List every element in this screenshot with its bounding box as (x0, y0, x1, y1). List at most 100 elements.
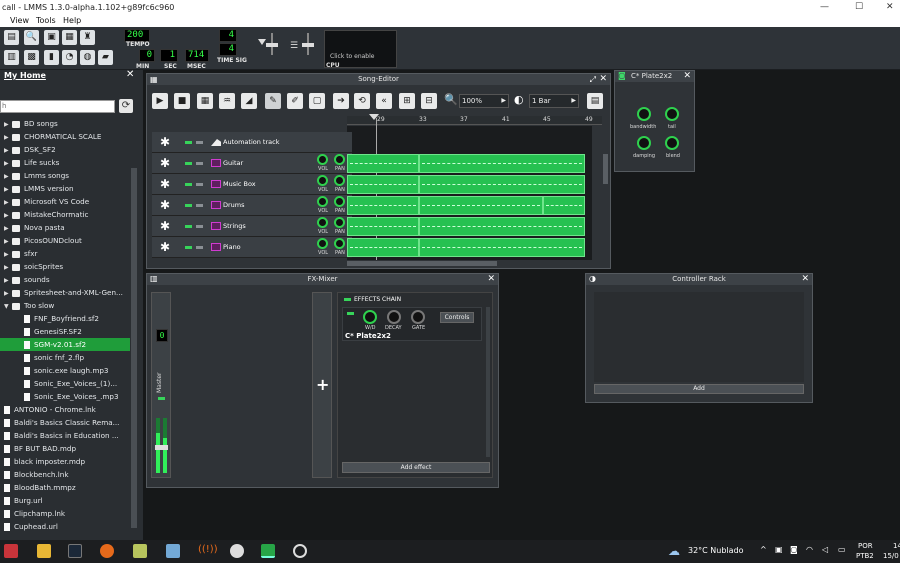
pattern-clip[interactable] (347, 217, 419, 236)
folder-item[interactable]: ▼ Too slow (0, 299, 130, 312)
add-automation-track-icon[interactable]: ◢ (241, 93, 257, 109)
file-explorer-icon[interactable] (37, 544, 51, 558)
file-item[interactable]: sonic fnf_2.flp (0, 351, 130, 364)
file-item[interactable]: ANTONIO - Chrome.lnk (0, 403, 130, 416)
file-item[interactable]: black imposter.mdp (0, 455, 130, 468)
timeline-ruler[interactable]: 29 33 37 41 45 49 (347, 114, 602, 125)
track-piano[interactable]: ✱ Piano VOL PAN (152, 237, 352, 258)
add-controller-button[interactable]: Add (594, 384, 804, 394)
pan-knob[interactable] (334, 175, 345, 186)
folder-item[interactable]: ▶ Spritesheet-and-XML-Gen... (0, 286, 130, 299)
gate-knob[interactable] (411, 310, 425, 324)
pattern-clip[interactable] (347, 154, 419, 173)
file-item[interactable]: Baldi's Basics Classic Rema... (0, 416, 130, 429)
add-sample-track-icon[interactable]: ♒ (219, 93, 235, 109)
track-gear-icon[interactable]: ✱ (160, 177, 170, 191)
solo-led[interactable] (196, 204, 203, 207)
file-item[interactable]: BF BUT BAD.mdp (0, 442, 130, 455)
song-editor-close-icon[interactable]: ✕ (599, 74, 607, 85)
track-automation[interactable]: ✱ Automation track (152, 132, 352, 153)
project-notes-icon[interactable]: ▰ (98, 50, 113, 65)
tray-icon[interactable]: ▣ (775, 545, 783, 554)
app-icon[interactable] (133, 544, 147, 558)
file-item[interactable]: Cuphead.url (0, 520, 130, 533)
network-icon[interactable]: ◙ (790, 545, 798, 554)
volume-knob[interactable] (317, 238, 328, 249)
clock-date[interactable]: 15/0 (883, 552, 899, 560)
zoom-select[interactable]: 100% ▶ (459, 94, 509, 108)
folder-item[interactable]: ▶ LMMS version (0, 182, 130, 195)
folder-item[interactable]: ▶ BD songs (0, 117, 130, 130)
bandwidth-knob[interactable] (637, 107, 651, 121)
firefox-icon[interactable] (100, 544, 114, 558)
mute-led[interactable] (185, 141, 192, 144)
open-project-icon[interactable]: ▣ (44, 30, 59, 45)
effects-chain-led[interactable] (344, 298, 351, 301)
file-item[interactable]: Clipchamp.lnk (0, 507, 130, 520)
effects-scrollbar[interactable] (486, 307, 490, 457)
sidebar-scrollbar[interactable] (131, 168, 137, 528)
pattern-clip[interactable] (419, 217, 585, 236)
beat-editor-icon[interactable]: ▩ (24, 50, 39, 65)
decay-knob[interactable] (387, 310, 401, 324)
timesig-denominator[interactable]: 4 (219, 43, 237, 56)
stop-behaviour-icon[interactable]: « (376, 93, 392, 109)
insert-bar-icon[interactable]: ⊞ (399, 93, 415, 109)
solo-led[interactable] (196, 183, 203, 186)
folder-item[interactable]: ▶ Nova pasta (0, 221, 130, 234)
file-item[interactable]: Blockbench.lnk (0, 468, 130, 481)
mute-led[interactable] (185, 183, 192, 186)
folder-item[interactable]: ▶ DSK_SF2 (0, 143, 130, 156)
track-gear-icon[interactable]: ✱ (160, 135, 170, 149)
track-strings[interactable]: ✱ Strings VOL PAN (152, 216, 352, 237)
controls-button[interactable]: Controls (440, 312, 474, 323)
add-channel-icon[interactable]: + (316, 375, 329, 394)
wifi-icon[interactable]: ◠ (806, 545, 813, 554)
quantize-select[interactable]: 1 Bar ▶ (529, 94, 579, 108)
edit-mode-icon[interactable]: ✐ (287, 93, 303, 109)
playhead-marker-icon[interactable] (369, 114, 379, 120)
volume-icon[interactable]: ◁ (822, 545, 828, 554)
pan-knob[interactable] (334, 238, 345, 249)
master-pitch-handle[interactable] (302, 43, 314, 47)
tray-chevron-icon[interactable]: ^ (760, 545, 767, 554)
pattern-clip[interactable] (347, 196, 419, 215)
stop-button[interactable]: ■ (174, 93, 190, 109)
pattern-clip[interactable] (543, 196, 585, 215)
track-gear-icon[interactable]: ✱ (160, 219, 170, 233)
export-icon[interactable]: ♜ (80, 30, 95, 45)
file-item[interactable]: sonic.exe laugh.mp3 (0, 364, 130, 377)
start-icon[interactable] (4, 544, 18, 558)
solo-led[interactable] (196, 246, 203, 249)
weather-text[interactable]: 32°C Nublado (688, 546, 744, 555)
folder-item[interactable]: ▶ PicosOUNDclout (0, 234, 130, 247)
fx-mixer-close-icon[interactable]: ✕ (487, 274, 495, 285)
pattern-clip[interactable] (419, 175, 585, 194)
tail-knob[interactable] (665, 107, 679, 121)
track-guitar[interactable]: ✱ Guitar VOL PAN (152, 153, 352, 174)
track-music-box[interactable]: ✱ Music Box VOL PAN (152, 174, 352, 195)
refresh-icon[interactable]: ⟳ (119, 99, 133, 113)
master-channel[interactable]: 0 Master (151, 292, 171, 478)
effect-slot[interactable]: W/D DECAY GATE Controls C* Plate2x2 (342, 307, 482, 341)
piano-roll-small-icon[interactable]: ▤ (587, 93, 603, 109)
pattern-clip[interactable] (419, 196, 543, 215)
app-icon[interactable] (166, 544, 180, 558)
close-icon[interactable]: ✕ (886, 2, 894, 12)
folder-item[interactable]: ▶ sounds (0, 273, 130, 286)
pattern-clip[interactable] (347, 238, 419, 257)
piano-roll-icon[interactable]: ▮ (44, 50, 59, 65)
volume-knob[interactable] (317, 196, 328, 207)
file-item[interactable]: GenesiSF.SF2 (0, 325, 130, 338)
auto-scroll-icon[interactable]: ➔ (333, 93, 349, 109)
pan-knob[interactable] (334, 217, 345, 228)
add-effect-button[interactable]: Add effect (342, 462, 490, 473)
song-editor-h-scrollbar[interactable] (347, 261, 497, 266)
timesig-numerator[interactable]: 4 (219, 29, 237, 42)
song-editor-maximize-icon[interactable]: ⤢ (590, 74, 596, 85)
damping-knob[interactable] (637, 136, 651, 150)
app-icon[interactable] (230, 544, 244, 558)
mute-led[interactable] (185, 204, 192, 207)
folder-item[interactable]: ▶ CHORMATICAL SCALE (0, 130, 130, 143)
select-mode-icon[interactable]: ▢ (309, 93, 325, 109)
